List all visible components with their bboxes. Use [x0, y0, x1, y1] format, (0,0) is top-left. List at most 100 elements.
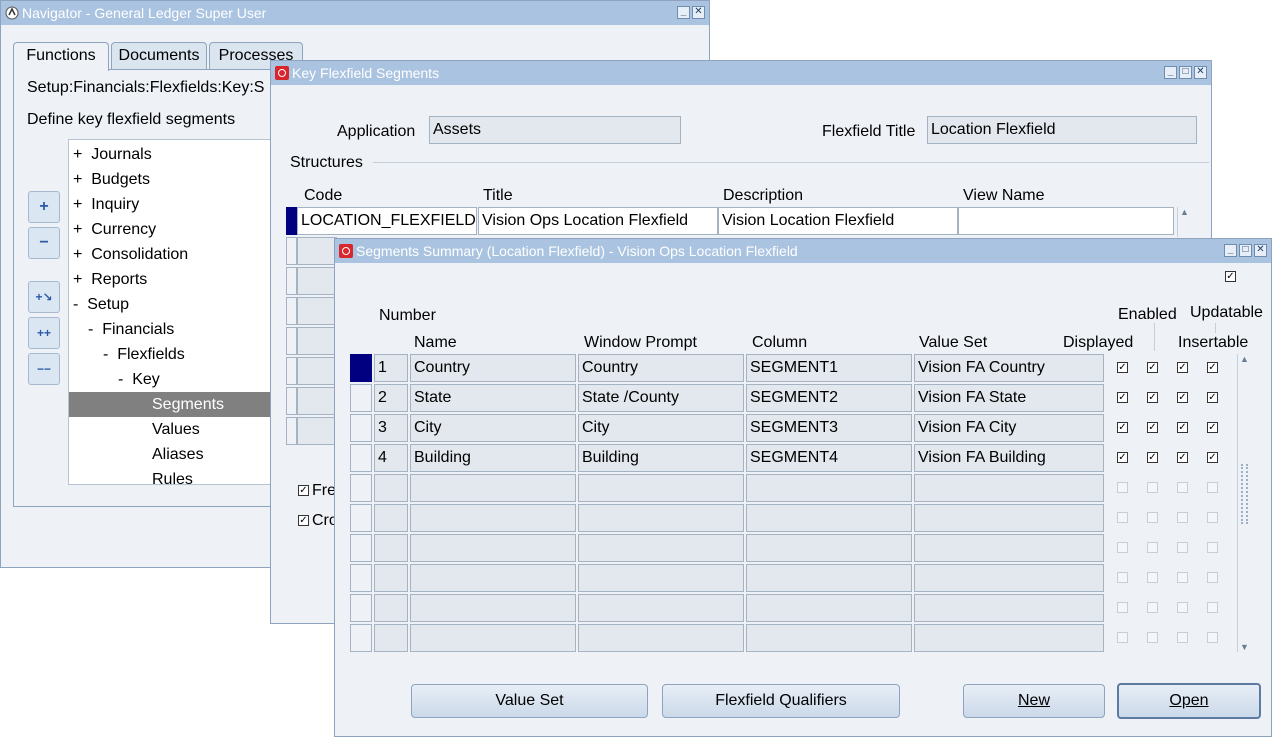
displayed-checkbox[interactable] [1117, 482, 1128, 493]
collapse-all-button[interactable]: −− [28, 353, 60, 385]
segment-row-indicator[interactable] [350, 564, 372, 592]
segment-name-field-empty[interactable] [410, 504, 576, 532]
enabled-checkbox[interactable] [1147, 542, 1158, 553]
segment-prompt-field[interactable]: City [578, 414, 744, 442]
segment-row-indicator[interactable] [350, 504, 372, 532]
segment-number-field[interactable]: 1 [374, 354, 408, 382]
tree-item-budgets[interactable]: + Budgets [73, 167, 150, 192]
segment-name-field[interactable]: State [410, 384, 576, 412]
flexfield-qualifiers-button[interactable]: Flexfield Qualifiers [662, 684, 900, 718]
segments-scrollbar[interactable]: ▲ ▼ [1237, 354, 1251, 652]
maximize-icon[interactable]: □ [1239, 244, 1252, 257]
segment-prompt-field[interactable]: Building [578, 444, 744, 472]
structure-code-field-empty[interactable] [297, 357, 337, 385]
segment-prompt-field[interactable]: State /County [578, 384, 744, 412]
minimize-icon[interactable]: _ [1164, 66, 1177, 79]
updatable-checkbox[interactable] [1177, 602, 1188, 613]
segment-prompt-field[interactable]: Country [578, 354, 744, 382]
segment-number-field[interactable]: 2 [374, 384, 408, 412]
segment-name-field[interactable]: Country [410, 354, 576, 382]
kfs-titlebar[interactable]: Key Flexfield Segments [271, 61, 1211, 85]
segment-value-set-field[interactable]: Vision FA Country [914, 354, 1104, 382]
segment-column-field[interactable]: SEGMENT4 [746, 444, 912, 472]
segment-column-field-empty[interactable] [746, 594, 912, 622]
scroll-down-icon[interactable]: ▼ [1238, 642, 1251, 652]
insertable-checkbox[interactable] [1207, 482, 1218, 493]
structure-code-field[interactable]: LOCATION_FLEXFIELD [297, 207, 477, 235]
segment-value-set-field[interactable]: Vision FA Building [914, 444, 1104, 472]
displayed-checkbox[interactable] [1117, 572, 1128, 583]
updatable-checkbox[interactable] [1177, 512, 1188, 523]
new-button[interactable]: New [963, 684, 1105, 718]
insertable-checkbox[interactable] [1207, 602, 1218, 613]
segment-column-field-empty[interactable] [746, 504, 912, 532]
enabled-checkbox[interactable] [1147, 482, 1158, 493]
open-button[interactable]: Open [1117, 683, 1261, 719]
scroll-up-icon[interactable]: ▲ [1238, 354, 1251, 364]
minimize-icon[interactable]: _ [1224, 244, 1237, 257]
structure-code-field-empty[interactable] [297, 387, 337, 415]
structure-row-indicator[interactable] [286, 237, 297, 265]
tree-item-setup[interactable]: - Setup [73, 292, 129, 317]
tree-item-rules[interactable]: Rules [152, 467, 193, 484]
close-icon[interactable]: ✕ [1194, 66, 1207, 79]
displayed-checkbox[interactable]: ✓ [1117, 452, 1128, 463]
segment-number-field-empty[interactable] [374, 534, 408, 562]
segment-column-field-empty[interactable] [746, 564, 912, 592]
segment-value-set-field-empty[interactable] [914, 624, 1104, 652]
segment-value-set-field[interactable]: Vision FA State [914, 384, 1104, 412]
segment-column-field[interactable]: SEGMENT1 [746, 354, 912, 382]
segment-number-field[interactable]: 3 [374, 414, 408, 442]
displayed-checkbox[interactable] [1117, 512, 1128, 523]
structures-scrollbar[interactable]: ▲ [1177, 207, 1191, 237]
enabled-checkbox[interactable]: ✓ [1147, 362, 1158, 373]
structure-code-field-empty[interactable] [297, 297, 337, 325]
updatable-checkbox[interactable] [1177, 632, 1188, 643]
tree-item-key[interactable]: - Key [118, 367, 160, 392]
tree-item-reports[interactable]: + Reports [73, 267, 147, 292]
segment-value-set-field-empty[interactable] [914, 504, 1104, 532]
close-icon[interactable]: ✕ [1254, 244, 1267, 257]
tree-item-values[interactable]: Values [152, 417, 200, 442]
segment-row-indicator[interactable] [350, 474, 372, 502]
tree-item-financials[interactable]: - Financials [88, 317, 174, 342]
minimize-icon[interactable]: _ [677, 6, 690, 19]
updatable-checkbox[interactable] [1177, 482, 1188, 493]
segment-name-field-empty[interactable] [410, 624, 576, 652]
segment-prompt-field-empty[interactable] [578, 534, 744, 562]
segment-number-field-empty[interactable] [374, 594, 408, 622]
displayed-checkbox[interactable] [1117, 542, 1128, 553]
tree-item-journals[interactable]: + Journals [73, 142, 152, 167]
segment-value-set-field-empty[interactable] [914, 594, 1104, 622]
enabled-checkbox[interactable]: ✓ [1147, 452, 1158, 463]
enabled-checkbox[interactable] [1147, 602, 1158, 613]
displayed-checkbox[interactable] [1117, 602, 1128, 613]
segment-number-field-empty[interactable] [374, 624, 408, 652]
segment-number-field-empty[interactable] [374, 474, 408, 502]
function-tree[interactable]: + Journals + Budgets + Inquiry + Currenc… [68, 139, 288, 485]
enabled-checkbox[interactable] [1147, 632, 1158, 643]
structure-description-field[interactable]: Vision Location Flexfield [718, 207, 958, 235]
segment-column-field-empty[interactable] [746, 534, 912, 562]
structure-view-name-field[interactable] [958, 207, 1174, 235]
close-icon[interactable]: ✕ [692, 6, 705, 19]
freeze-definition-checkbox[interactable]: ✓ [298, 485, 309, 496]
updatable-checkbox[interactable]: ✓ [1177, 452, 1188, 463]
expand-all-button[interactable]: +↘ [28, 281, 60, 313]
segment-value-set-field-empty[interactable] [914, 474, 1104, 502]
structure-row-indicator[interactable] [286, 357, 297, 385]
segment-row-indicator[interactable] [350, 594, 372, 622]
maximize-icon[interactable]: □ [1179, 66, 1192, 79]
displayed-checkbox[interactable] [1117, 632, 1128, 643]
updatable-checkbox[interactable]: ✓ [1177, 392, 1188, 403]
updatable-checkbox[interactable] [1177, 572, 1188, 583]
updatable-checkbox[interactable]: ✓ [1177, 362, 1188, 373]
value-set-button[interactable]: Value Set [411, 684, 648, 718]
updatable-checkbox[interactable]: ✓ [1177, 422, 1188, 433]
insertable-checkbox[interactable]: ✓ [1207, 362, 1218, 373]
segment-column-field[interactable]: SEGMENT2 [746, 384, 912, 412]
insertable-checkbox[interactable] [1207, 572, 1218, 583]
summary-flag-checkbox[interactable]: ✓ [1225, 271, 1236, 282]
enabled-checkbox[interactable]: ✓ [1147, 422, 1158, 433]
segment-name-field-empty[interactable] [410, 474, 576, 502]
